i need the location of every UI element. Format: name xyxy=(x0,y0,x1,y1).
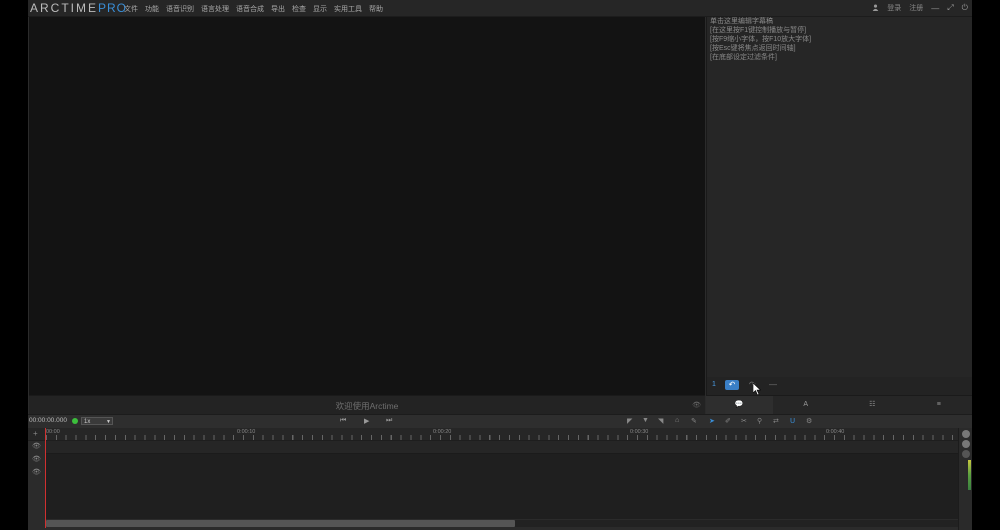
menu-speech-recognition[interactable]: 语音识别 xyxy=(166,4,194,14)
magnet-icon[interactable]: Ս xyxy=(790,417,795,425)
menu-file[interactable]: 文件 xyxy=(124,4,138,14)
chevron-down-icon: ▼ xyxy=(106,419,111,425)
transport-bar: 00:00:00.000 1x ▼ ⏮ ▶ ⏭ ◤ ▼ ◥ ⌂ ✎ ➤ ✐ ✂ ⚲… xyxy=(28,414,972,428)
menu-utilities[interactable]: 实用工具 xyxy=(334,4,362,14)
speed-select[interactable]: 1x ▼ xyxy=(81,417,113,425)
menu-export[interactable]: 导出 xyxy=(271,4,285,14)
camera-icon[interactable]: ⌂ xyxy=(675,417,679,424)
power-button[interactable]: ⏻ xyxy=(962,3,968,13)
play-button[interactable]: ▶ xyxy=(364,417,369,425)
subtitle-toolbar: 1 ↶ ↷ — xyxy=(706,377,972,395)
previous-button[interactable]: ⏮ xyxy=(340,417,346,425)
mark-in-icon[interactable]: ◤ xyxy=(627,417,632,425)
cut-tool-icon[interactable]: ✂ xyxy=(741,417,747,425)
swap-icon[interactable]: ⇄ xyxy=(773,417,779,425)
welcome-text: 欢迎使用Arctime xyxy=(335,401,399,411)
mark-down-icon[interactable]: ▼ xyxy=(642,417,649,424)
minimize-button[interactable]: — xyxy=(931,4,939,13)
mouse-cursor-icon xyxy=(753,383,761,395)
vertical-zoom-bar xyxy=(958,428,972,530)
video-status-bar: 欢迎使用Arctime 👁 xyxy=(29,395,705,415)
menu-speech-synthesis[interactable]: 语音合成 xyxy=(236,4,264,14)
subtitle-panel-tabs: 💬 A ☷ ≡ xyxy=(706,395,972,414)
playhead[interactable] xyxy=(45,428,46,528)
tab-style[interactable]: A xyxy=(773,396,840,414)
menu-language-processing[interactable]: 语言处理 xyxy=(201,4,229,14)
menu-check[interactable]: 检查 xyxy=(292,4,306,14)
link-icon[interactable]: ⚲ xyxy=(757,417,762,425)
timeline-ruler[interactable]: + 00:00 0:00:10 0:00:20 0:00:30 0:00:40 xyxy=(28,428,958,441)
tab-settings[interactable]: ≡ xyxy=(906,396,973,414)
zoom-out-knob[interactable] xyxy=(962,440,970,448)
audio-level-meter xyxy=(968,460,971,490)
horizontal-scrollbar[interactable] xyxy=(46,520,958,527)
ruler-ticks xyxy=(46,435,958,440)
eye-icon[interactable]: 👁 xyxy=(32,468,41,476)
undo-button[interactable]: ↶ xyxy=(725,380,739,390)
menu-bar: 文件 功能 语音识别 语言处理 语音合成 导出 检查 显示 实用工具 帮助 xyxy=(124,4,383,14)
mark-out-icon[interactable]: ◥ xyxy=(658,417,663,425)
title-bar: ARCTIMEPRO 文件 功能 语音识别 语言处理 语音合成 导出 检查 显示… xyxy=(28,0,972,17)
register-link[interactable]: 注册 xyxy=(909,3,923,13)
menu-help[interactable]: 帮助 xyxy=(369,4,383,14)
menu-function[interactable]: 功能 xyxy=(145,4,159,14)
app-logo: ARCTIMEPRO xyxy=(30,1,128,15)
minus-icon[interactable]: — xyxy=(769,380,777,389)
pencil-icon[interactable]: ✎ xyxy=(691,417,697,425)
timecode: 00:00:00.000 xyxy=(29,417,67,424)
user-icon xyxy=(872,4,879,13)
eye-icon[interactable]: 👁 xyxy=(692,401,701,409)
video-preview[interactable] xyxy=(29,17,705,395)
track-row[interactable] xyxy=(46,441,958,454)
maximize-button[interactable]: ⤢ xyxy=(947,3,953,13)
line-number: 1 xyxy=(712,381,716,388)
edit-tool-icon[interactable]: ✐ xyxy=(725,417,731,425)
eye-icon[interactable]: 👁 xyxy=(32,455,41,463)
status-dot xyxy=(72,418,78,424)
window-controls: 登录 注册 — ⤢ ⏻ xyxy=(872,3,968,13)
zoom-in-knob[interactable] xyxy=(962,430,970,438)
gear-icon[interactable]: ⚙ xyxy=(806,417,812,425)
scrollbar-thumb[interactable] xyxy=(46,520,515,527)
select-tool-icon[interactable]: ➤ xyxy=(709,417,715,425)
tab-subtitles[interactable]: 💬 xyxy=(706,396,773,414)
volume-knob[interactable] xyxy=(962,450,970,458)
add-track-icon[interactable]: + xyxy=(33,429,38,438)
subtitle-editor[interactable]: 单击这里编辑字幕稿 [在这里按F1键控制播放与暂停] [按F9缩小字体，按F10… xyxy=(706,17,972,377)
arctime-window: ARCTIMEPRO 文件 功能 语音识别 语言处理 语音合成 导出 检查 显示… xyxy=(28,0,972,530)
menu-display[interactable]: 显示 xyxy=(313,4,327,14)
next-button[interactable]: ⏭ xyxy=(386,417,392,425)
eye-icon[interactable]: 👁 xyxy=(32,442,41,450)
subtitle-editor-tips: 单击这里编辑字幕稿 [在这里按F1键控制播放与暂停] [按F9缩小字体，按F10… xyxy=(710,18,812,61)
tab-list[interactable]: ☷ xyxy=(839,396,906,414)
login-link[interactable]: 登录 xyxy=(887,3,901,13)
